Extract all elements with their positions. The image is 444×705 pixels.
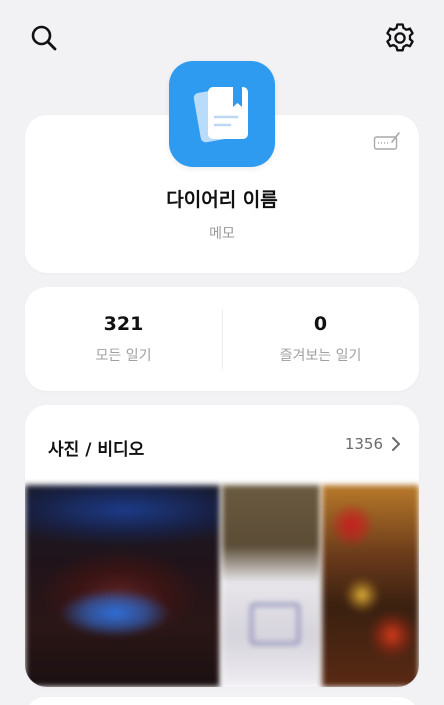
search-button[interactable] [26,20,62,56]
media-thumbnail[interactable] [321,485,419,687]
search-icon [31,25,57,51]
edit-button[interactable] [373,131,401,153]
media-thumbnail[interactable] [25,485,220,687]
all-diaries-label: 모든 일기 [95,348,152,364]
next-section-card [25,697,419,705]
media-card: 사진 / 비디오 1356 [25,405,419,687]
favorite-diaries-count: 0 [313,313,328,335]
all-diaries-stat[interactable]: 321 모든 일기 [25,287,222,391]
diary-app-icon[interactable] [169,61,275,167]
media-see-all[interactable]: 1356 [345,435,401,453]
diary-name: 다이어리 이름 [166,189,278,211]
all-diaries-count: 321 [103,313,144,335]
gear-icon [386,23,414,52]
settings-button[interactable] [382,20,418,56]
stats-card: 321 모든 일기 0 즐겨보는 일기 [25,287,419,391]
favorite-diaries-stat[interactable]: 0 즐겨보는 일기 [222,287,419,391]
chevron-right-icon [392,437,400,451]
diary-book-icon [193,87,248,143]
media-title: 사진 / 비디오 [48,440,145,460]
favorite-diaries-label: 즐겨보는 일기 [279,348,362,364]
media-thumbnail[interactable] [222,485,320,687]
media-count: 1356 [344,435,383,453]
media-thumbnails [25,485,419,687]
edit-icon [373,132,400,150]
diary-memo: 메모 [209,226,235,242]
